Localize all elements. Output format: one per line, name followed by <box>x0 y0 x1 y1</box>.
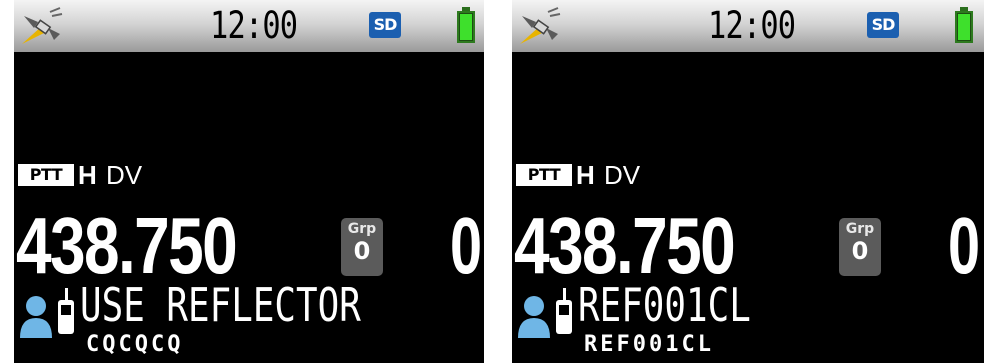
battery-icon <box>457 7 475 43</box>
gps-satellite-icon <box>22 7 63 44</box>
destination-name: REF001CL <box>578 278 751 332</box>
group-value: 0 <box>353 237 371 265</box>
destination-callsign: REF001CL <box>584 332 714 357</box>
status-bar: 12:00 SD <box>14 0 484 52</box>
gps-satellite-icon <box>520 7 561 44</box>
destination-callsign: CQCQCQ <box>86 332 184 357</box>
mode-label: DV <box>106 160 143 190</box>
radio-screen-left: 12:00 SD PTT H DV 438.750 Grp 0 0 USE RE… <box>14 0 484 363</box>
group-value: 0 <box>851 237 869 265</box>
destination-name: USE REFLECTOR <box>80 278 361 332</box>
frequency-display: 438.750 <box>514 201 736 290</box>
channel-number: 0 <box>450 201 483 290</box>
clock: 12:00 <box>210 4 298 47</box>
channel-number: 0 <box>948 201 981 290</box>
group-badge: Grp 0 <box>341 218 383 276</box>
power-level: H <box>78 160 97 190</box>
user-radio-icon <box>20 288 74 338</box>
clock: 12:00 <box>708 4 796 47</box>
mode-label: DV <box>604 160 641 190</box>
group-badge: Grp 0 <box>839 218 881 276</box>
status-bar: 12:00 SD <box>512 0 984 52</box>
radio-screen-right: 12:00 SD PTT H DV 438.750 Grp 0 0 REF001… <box>512 0 984 363</box>
ptt-badge: PTT <box>18 164 74 186</box>
sd-card-icon: SD <box>867 12 899 38</box>
battery-icon <box>955 7 973 43</box>
power-level: H <box>576 160 595 190</box>
frequency-display: 438.750 <box>16 201 238 290</box>
group-label: Grp <box>845 221 875 237</box>
group-label: Grp <box>347 221 377 237</box>
ptt-badge: PTT <box>516 164 572 186</box>
user-radio-icon <box>518 288 572 338</box>
sd-card-icon: SD <box>369 12 401 38</box>
